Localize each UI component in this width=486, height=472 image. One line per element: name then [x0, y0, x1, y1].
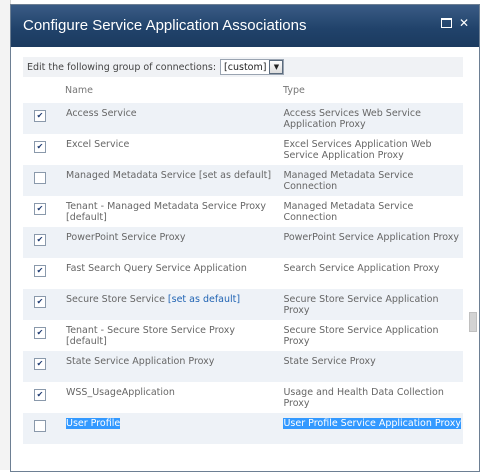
row-checkbox[interactable]: ✔ — [34, 141, 46, 153]
connection-group-select[interactable]: [custom] ▼ — [220, 59, 285, 75]
service-type: Managed Metadata Service Connection — [283, 201, 414, 223]
table-header: Name Type — [23, 77, 463, 103]
connection-group-value: [custom] — [224, 61, 267, 73]
maximize-button[interactable] — [439, 16, 453, 30]
service-name: WSS_UsageApplication — [66, 387, 175, 398]
service-type: Excel Services Application Web Service A… — [283, 139, 432, 161]
service-name: Managed Metadata Service [set as default… — [66, 170, 272, 181]
row-checkbox[interactable]: ✔ — [34, 110, 46, 122]
service-name: User Profile — [66, 418, 121, 429]
service-type: State Service Proxy — [283, 356, 376, 367]
connection-group-label: Edit the following group of connections: — [27, 61, 217, 73]
table-row: ✔ Tenant - Managed Metadata Service Prox… — [23, 196, 463, 227]
table-row: Managed Metadata Service [set as default… — [23, 165, 463, 196]
service-type: User Profile Service Application Proxy — [283, 418, 461, 429]
dialog-title: Configure Service Application Associatio… — [23, 17, 307, 34]
dialog-content: Edit the following group of connections:… — [23, 57, 463, 444]
service-name: PowerPoint Service Proxy — [66, 232, 186, 243]
row-checkbox[interactable] — [34, 420, 46, 432]
connection-group-row: Edit the following group of connections:… — [23, 57, 463, 77]
service-name: Tenant - Managed Metadata Service Proxy … — [66, 201, 267, 223]
service-association-dialog: Configure Service Application Associatio… — [10, 4, 480, 472]
column-header-type: Type — [283, 84, 305, 96]
table-row: ✔ State Service Application Proxy State … — [23, 351, 463, 382]
dropdown-arrow-icon[interactable]: ▼ — [269, 60, 284, 74]
service-type: Usage and Health Data Collection Proxy — [283, 387, 444, 409]
service-name: Excel Service — [66, 139, 130, 150]
row-checkbox[interactable]: ✔ — [34, 327, 46, 339]
service-name: Fast Search Query Service Application — [66, 263, 247, 274]
row-checkbox[interactable]: ✔ — [34, 203, 46, 215]
row-checkbox[interactable]: ✔ — [34, 389, 46, 401]
vertical-scrollbar[interactable] — [469, 57, 477, 467]
table-row: ✔ Access Service Access Services Web Ser… — [23, 103, 463, 134]
maximize-icon — [440, 18, 452, 28]
row-checkbox[interactable]: ✔ — [34, 296, 46, 308]
service-type: Access Services Web Service Application … — [283, 108, 421, 130]
table-row: ✔ Fast Search Query Service Application … — [23, 258, 463, 289]
table-row: ✔ PowerPoint Service Proxy PowerPoint Se… — [23, 227, 463, 258]
column-header-name: Name — [65, 84, 94, 96]
table-row: ✔ WSS_UsageApplication Usage and Health … — [23, 382, 463, 413]
service-name: State Service Application Proxy — [66, 356, 215, 367]
service-type: Search Service Application Proxy — [283, 263, 440, 274]
service-type: Secure Store Service Application Proxy — [283, 325, 439, 347]
set-as-default-link[interactable]: [set as default] — [168, 294, 240, 305]
row-checkbox[interactable]: ✔ — [34, 358, 46, 370]
row-checkbox[interactable] — [34, 172, 46, 184]
service-name: Access Service — [66, 108, 137, 119]
service-name: Secure Store Service — [66, 294, 165, 305]
scrollbar-thumb[interactable] — [469, 312, 477, 332]
service-type: Secure Store Service Application Proxy — [283, 294, 439, 316]
row-checkbox[interactable]: ✔ — [34, 234, 46, 246]
table-row: ✔ Excel Service Excel Services Applicati… — [23, 134, 463, 165]
service-type: PowerPoint Service Application Proxy — [283, 232, 460, 243]
service-name: Tenant - Secure Store Service Proxy [def… — [66, 325, 236, 347]
table-row: ✔ Tenant - Secure Store Service Proxy [d… — [23, 320, 463, 351]
dialog-titlebar: Configure Service Application Associatio… — [11, 5, 479, 47]
close-button[interactable]: ✕ — [457, 16, 471, 30]
close-icon: ✕ — [458, 16, 470, 30]
row-checkbox[interactable]: ✔ — [34, 265, 46, 277]
table-row: ✔ Secure Store Service [set as default] S… — [23, 289, 463, 320]
table-row-selected: User Profile User Profile Service Applic… — [23, 413, 463, 444]
service-type: Managed Metadata Service Connection — [283, 170, 414, 192]
